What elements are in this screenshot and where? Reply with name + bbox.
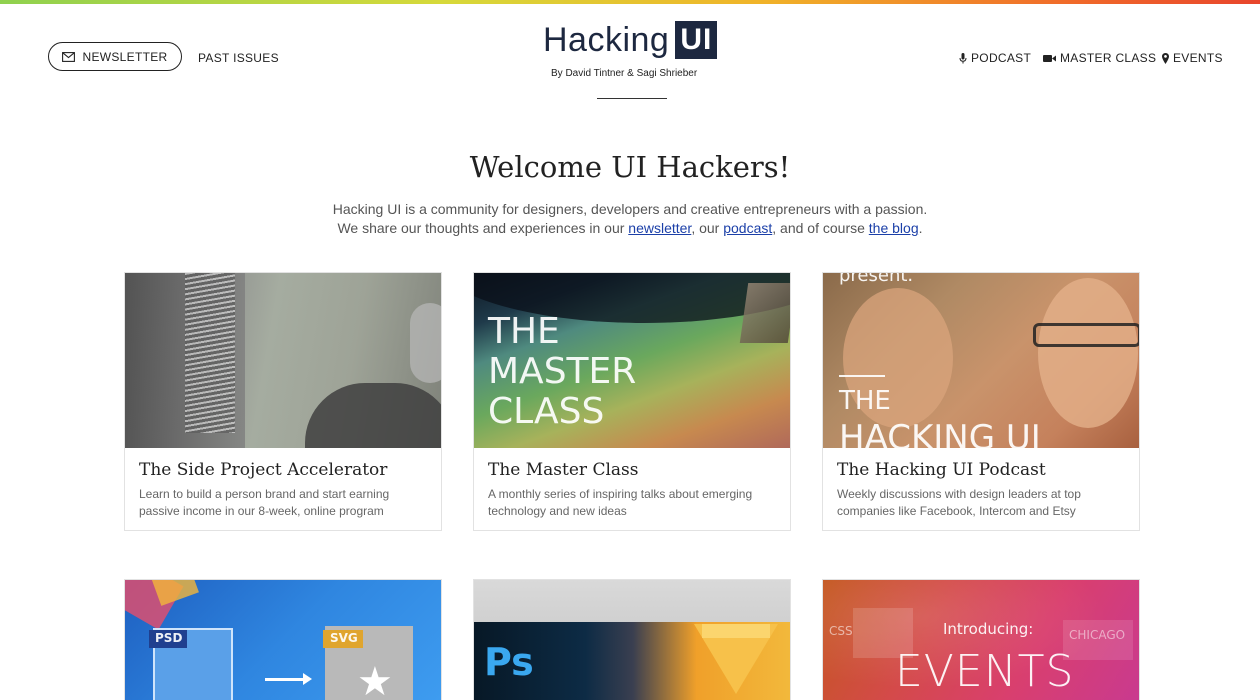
intro-text: Hacking UI is a community for designers,… [0, 200, 1260, 238]
card-image-text: CSS [829, 624, 853, 638]
site-logo[interactable]: Hacking UI [543, 20, 718, 60]
card-image-text: CLASS [488, 391, 605, 432]
card-title: The Side Project Accelerator [139, 460, 388, 480]
intro-text-segment: . [918, 220, 923, 236]
blog-link[interactable]: the blog [869, 220, 919, 236]
video-camera-icon [1043, 54, 1056, 62]
card-image-text: EVENTS [895, 646, 1075, 697]
card-hacking-ui-podcast[interactable]: present. THE HACKING UI The Hacking UI P… [822, 272, 1140, 531]
card-image: present. THE HACKING UI [823, 273, 1139, 448]
card-image: CSS CHICAGO Introducing: EVENTS [823, 580, 1139, 700]
envelope-icon [62, 51, 76, 62]
card-image-text: HACKING UI [839, 418, 1041, 448]
card-image-text: MASTER [488, 351, 637, 392]
intro-text-segment: , our [691, 220, 724, 236]
card-description: A monthly series of inspiring talks abou… [488, 487, 753, 518]
podcast-link[interactable]: podcast [723, 220, 772, 236]
byline: By David Tintner & Sagi Shrieber [551, 68, 698, 79]
nav-master-class[interactable]: MASTER CLASS [1043, 51, 1156, 65]
newsletter-button[interactable]: NEWSLETTER [48, 42, 182, 71]
card-image-text: Ps [484, 640, 534, 684]
card-image-text: Introducing: [943, 620, 1034, 638]
card-description: Learn to build a person brand and start … [139, 487, 390, 518]
map-pin-icon [1162, 52, 1169, 64]
card-description: Weekly discussions with design leaders a… [837, 487, 1081, 518]
page-title: Welcome UI Hackers! [469, 150, 791, 184]
newsletter-label: NEWSLETTER [82, 49, 168, 64]
intro-line-1: Hacking UI is a community for designers,… [332, 201, 928, 217]
card-image: THE MASTER CLASS [474, 273, 790, 448]
top-gradient-bar [0, 0, 1260, 4]
nav-master-class-label: MASTER CLASS [1060, 51, 1157, 65]
intro-text-segment: We share our thoughts and experiences in… [337, 220, 629, 236]
card-title: The Master Class [488, 460, 639, 480]
logo-badge: UI [675, 21, 718, 59]
past-issues-link[interactable]: PAST ISSUES [198, 51, 279, 65]
card-psd-to-svg[interactable]: PSD SVG ★ [124, 579, 442, 700]
card-image-text: CHICAGO [1069, 628, 1126, 642]
card-title: The Hacking UI Podcast [837, 460, 1046, 480]
card-image-text: THE [839, 386, 891, 416]
card-image-text: PSD [155, 631, 183, 645]
card-image-text: SVG [330, 631, 358, 645]
card-photoshop-to-sketch[interactable]: Ps [473, 579, 791, 700]
card-master-class[interactable]: THE MASTER CLASS The Master Class A mont… [473, 272, 791, 531]
card-image: PSD SVG ★ [125, 580, 441, 700]
card-image-text: present. [839, 273, 914, 286]
logo-text: Hacking [543, 21, 670, 59]
card-events[interactable]: CSS CHICAGO Introducing: EVENTS [822, 579, 1140, 700]
card-side-project-accelerator[interactable]: The Side Project Accelerator Learn to bu… [124, 272, 442, 531]
intro-line-2: We share our thoughts and experiences in… [0, 219, 1260, 238]
nav-events-label: EVENTS [1173, 51, 1223, 65]
card-image-text: THE [488, 311, 560, 352]
nav-events[interactable]: EVENTS [1162, 51, 1223, 65]
header-divider [597, 98, 667, 99]
nav-podcast-label: PODCAST [971, 51, 1032, 65]
microphone-icon [959, 52, 967, 63]
card-image [125, 273, 441, 448]
card-image: Ps [474, 580, 790, 700]
intro-text-segment: , and of course [772, 220, 869, 236]
nav-podcast[interactable]: PODCAST [959, 51, 1031, 65]
newsletter-link[interactable]: newsletter [628, 220, 691, 236]
